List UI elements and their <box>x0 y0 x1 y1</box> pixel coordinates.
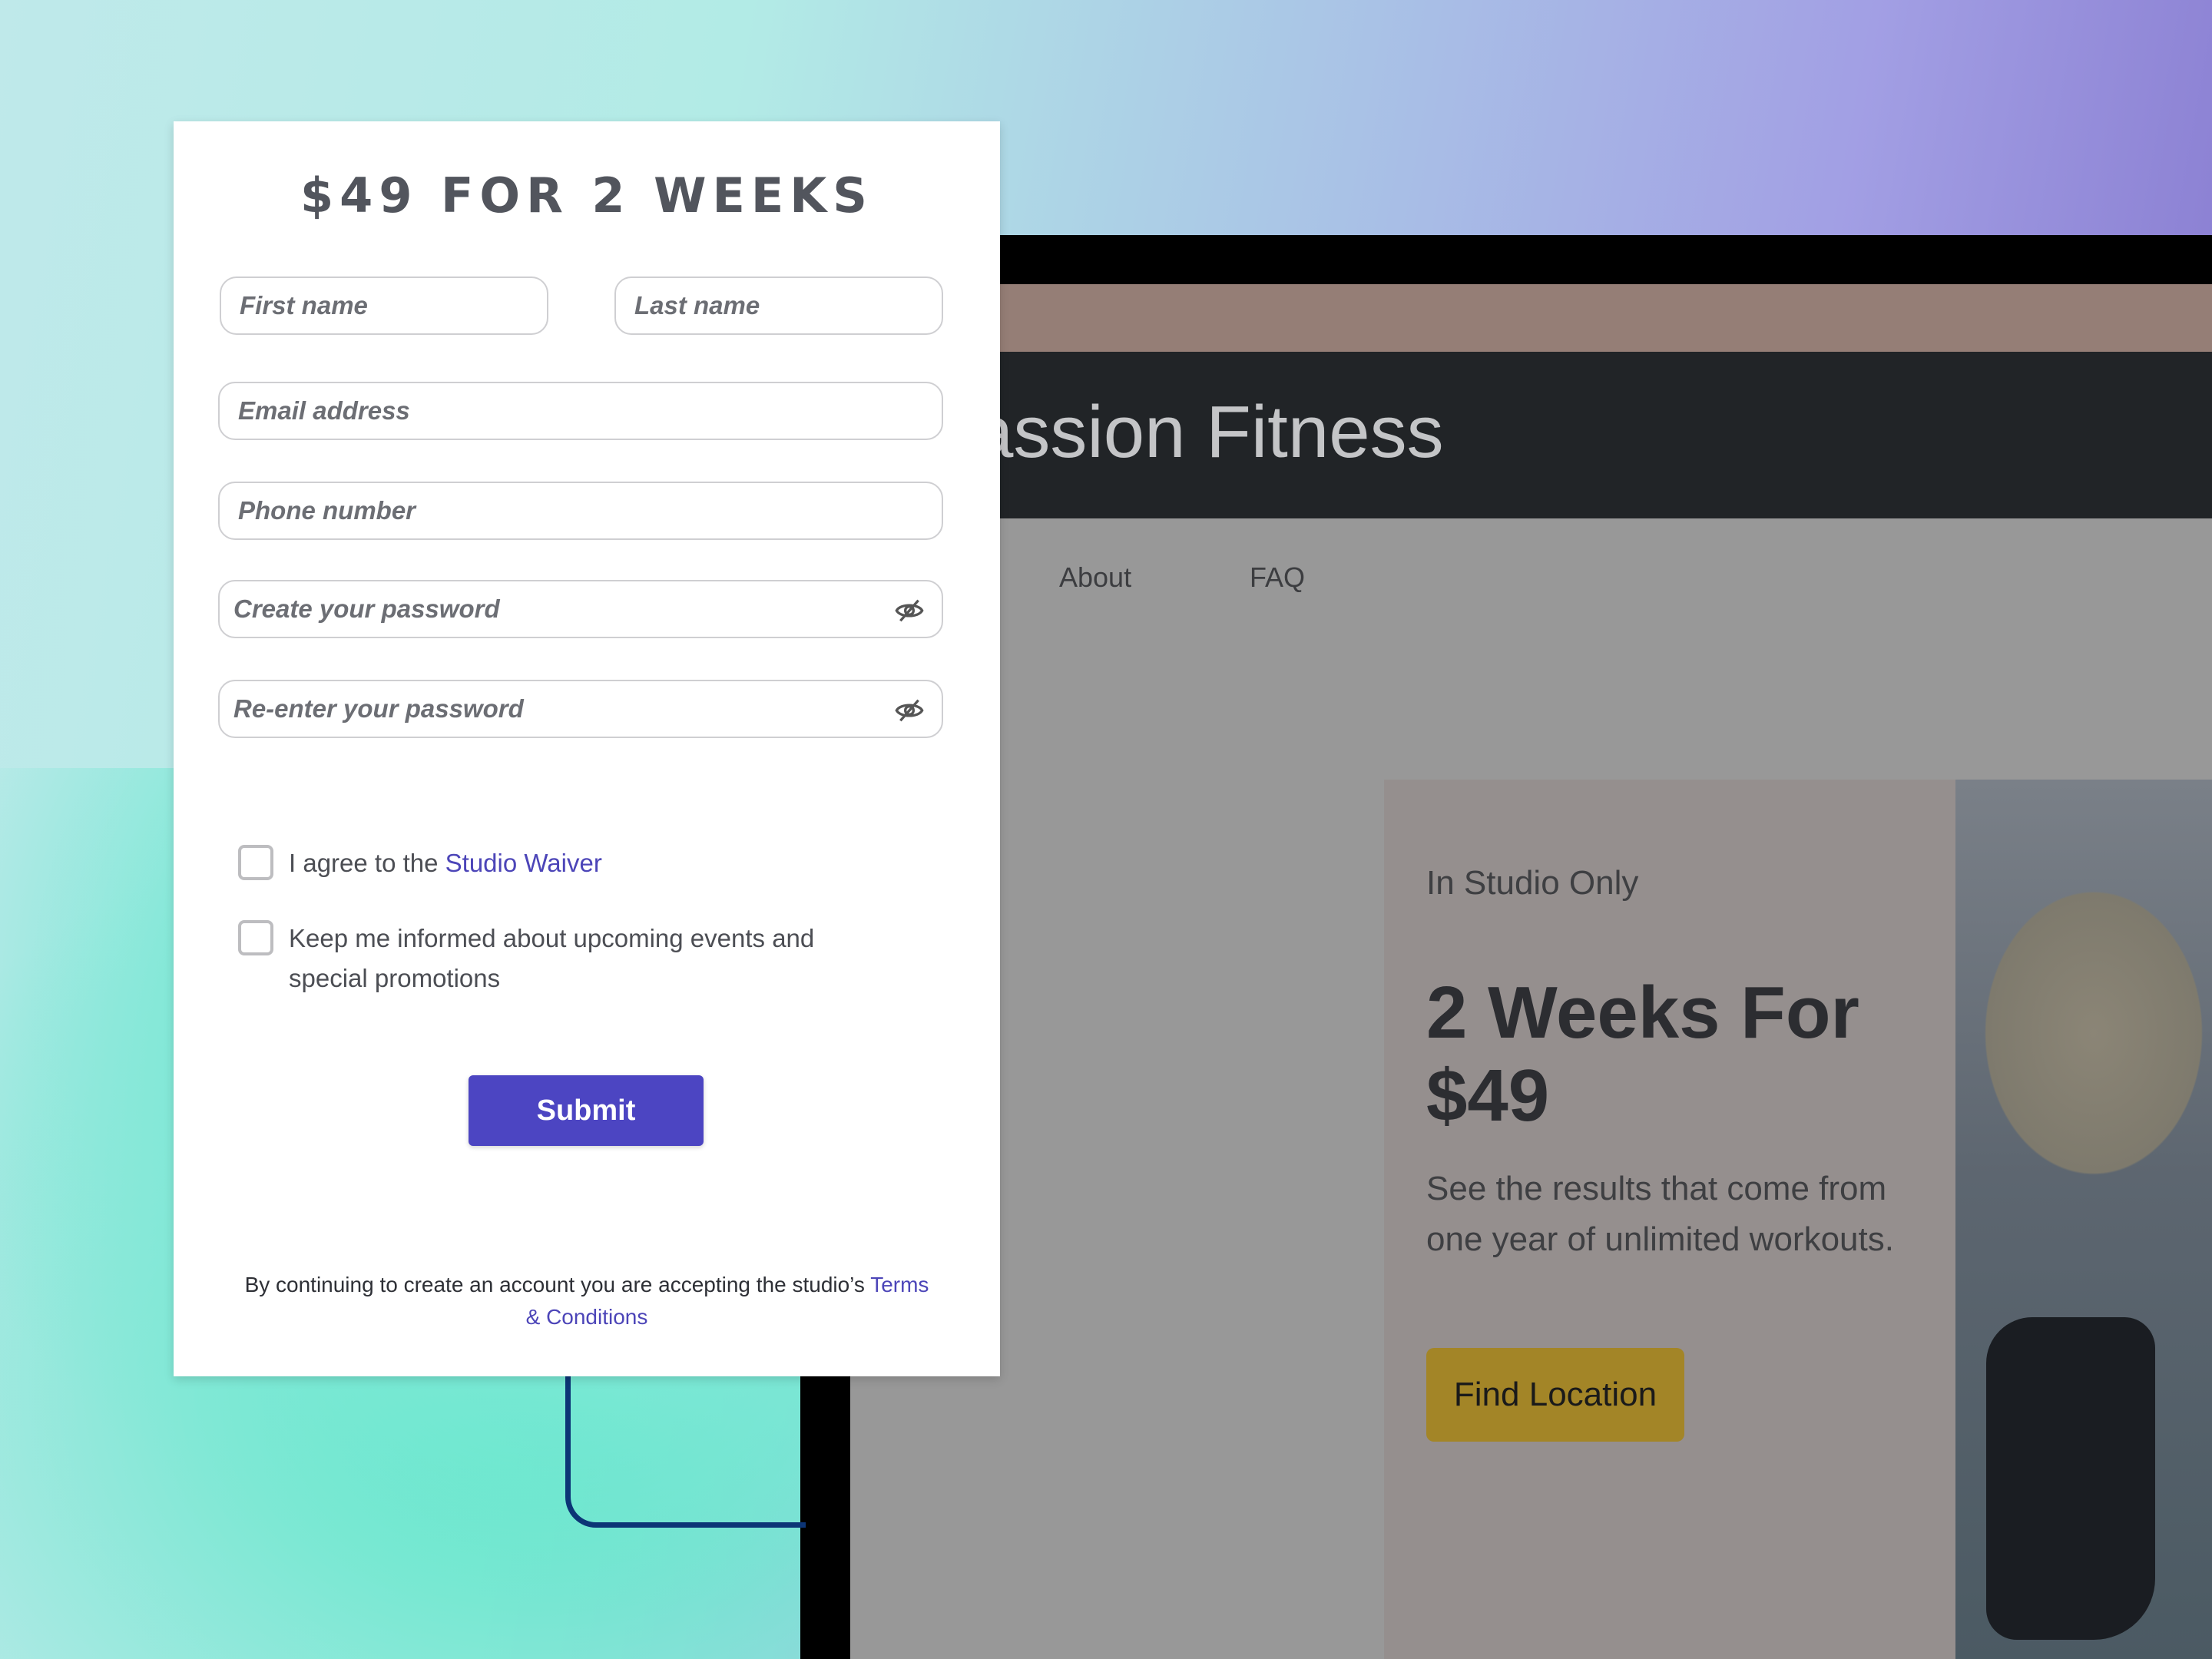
form-title: $49 FOR 2 WEEKS <box>300 167 873 224</box>
phone-field[interactable] <box>218 482 943 540</box>
announcement-bar <box>850 284 2212 352</box>
website-preview: P Passion Fitness Offers About FAQ In St… <box>850 284 2212 1659</box>
waiver-label-text: I agree to the <box>289 849 445 877</box>
site-nav: Offers About FAQ <box>850 518 2212 634</box>
confirm-password-field[interactable] <box>218 680 943 738</box>
signup-form-card: $49 FOR 2 WEEKS I agree to the Studio Wa… <box>174 121 1000 1376</box>
nav-item-faq[interactable]: FAQ <box>1250 561 1305 594</box>
email-field[interactable] <box>218 382 943 440</box>
terms-notice: By continuing to create an account you a… <box>235 1269 939 1333</box>
find-location-button[interactable]: Find Location <box>1426 1348 1684 1442</box>
eye-off-icon[interactable] <box>894 595 925 626</box>
photo-figure <box>1986 1317 2155 1640</box>
phone-input[interactable] <box>220 483 942 538</box>
last-name-input[interactable] <box>616 278 942 333</box>
submit-button[interactable]: Submit <box>469 1075 704 1146</box>
promo-heading: 2 Weeks For $49 <box>1426 972 1859 1137</box>
waiver-checkbox[interactable] <box>238 845 273 880</box>
newsletter-checkbox[interactable] <box>238 920 273 955</box>
studio-waiver-link[interactable]: Studio Waiver <box>445 849 602 877</box>
site-header: P Passion Fitness <box>850 352 2212 518</box>
nav-item-about[interactable]: About <box>1059 561 1131 594</box>
connector-line <box>565 1376 806 1528</box>
waiver-label: I agree to the Studio Waiver <box>289 843 873 883</box>
brand-name[interactable]: Passion Fitness <box>923 390 1444 475</box>
promo-card: In Studio Only 2 Weeks For $49 See the r… <box>1384 780 1955 1659</box>
terms-text: By continuing to create an account you a… <box>244 1273 871 1296</box>
device-frame: P Passion Fitness Offers About FAQ In St… <box>800 235 2212 1659</box>
promo-photo <box>1955 780 2212 1659</box>
password-input[interactable] <box>220 581 942 637</box>
newsletter-checkbox-row: Keep me informed about upcoming events a… <box>238 919 873 998</box>
waiver-checkbox-row: I agree to the Studio Waiver <box>238 843 873 883</box>
first-name-field[interactable] <box>220 276 548 335</box>
confirm-password-input[interactable] <box>220 681 942 737</box>
password-field[interactable] <box>218 580 943 638</box>
email-input[interactable] <box>220 383 942 439</box>
promo-eyebrow: In Studio Only <box>1426 864 1639 902</box>
first-name-input[interactable] <box>221 278 547 333</box>
eye-off-icon[interactable] <box>894 695 925 726</box>
newsletter-label: Keep me informed about upcoming events a… <box>289 924 815 992</box>
promo-body: See the results that come from one year … <box>1426 1170 1894 1258</box>
last-name-field[interactable] <box>614 276 943 335</box>
